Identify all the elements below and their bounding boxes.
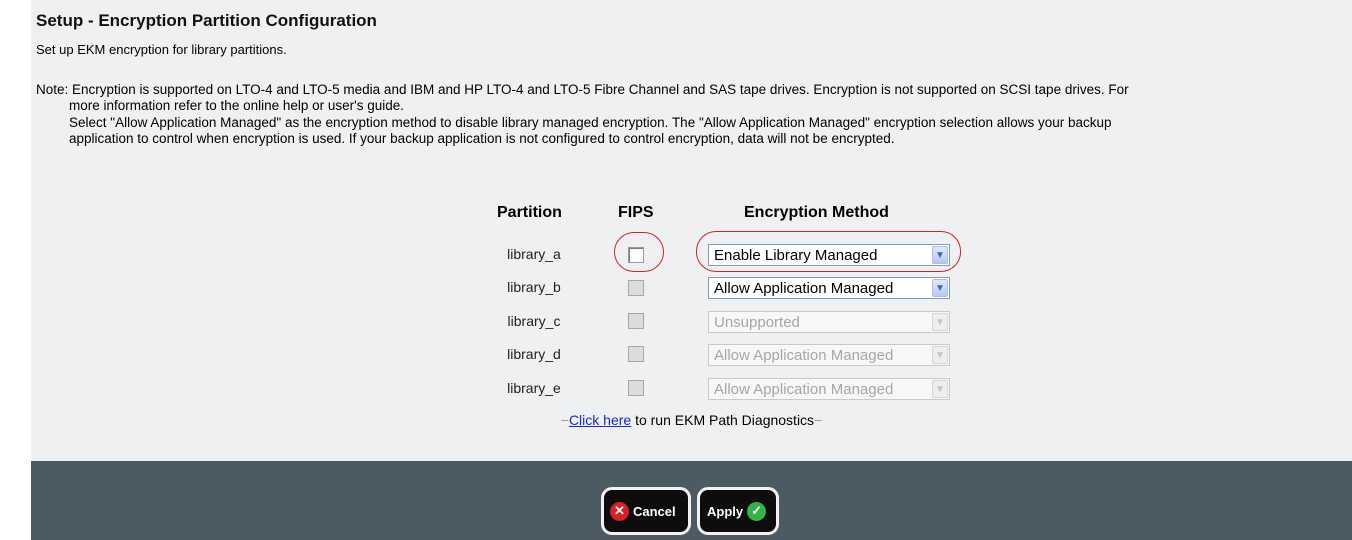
note-line-2: more information refer to the online hel…	[69, 98, 405, 114]
partition-name-library-e: library_e	[507, 380, 561, 396]
highlight-circle-fips	[614, 232, 664, 272]
fips-checkbox-library-c	[628, 313, 644, 329]
encryption-method-select-library-e: Allow Application Managed ▼	[708, 378, 950, 400]
page-subtitle: Set up EKM encryption for library partit…	[36, 42, 287, 57]
note-line-3: Select "Allow Application Managed" as th…	[69, 114, 1112, 130]
partition-name-library-d: library_d	[507, 346, 561, 362]
diagnostics-text: to run EKM Path Diagnostics	[631, 412, 815, 428]
selected-value: Allow Application Managed	[714, 381, 894, 398]
chevron-down-icon: ▼	[932, 380, 948, 398]
fips-checkbox-library-e	[628, 380, 644, 396]
header-fips: FIPS	[618, 204, 654, 221]
note-text: Note: Encryption is supported on LTO-4 a…	[36, 82, 1352, 148]
x-circle-icon: ✕	[610, 501, 629, 521]
fips-checkbox-library-b	[628, 280, 644, 296]
encryption-method-select-library-d: Allow Application Managed ▼	[708, 344, 950, 366]
chevron-down-icon: ▼	[932, 346, 948, 364]
chevron-down-icon[interactable]: ▼	[932, 279, 948, 297]
main-content: Setup - Encryption Partition Configurati…	[31, 0, 1352, 461]
apply-button[interactable]: Apply ✓	[697, 487, 779, 535]
footer-bar	[31, 461, 1352, 540]
separator-dash: −	[560, 412, 569, 428]
separator-dash: −	[814, 412, 823, 428]
header-partition: Partition	[497, 204, 562, 221]
apply-label: Apply	[707, 503, 744, 519]
highlight-circle-method	[696, 231, 961, 272]
selected-value: Allow Application Managed	[714, 347, 894, 364]
note-line-1: Note: Encryption is supported on LTO-4 a…	[36, 82, 1129, 97]
selected-value: Allow Application Managed	[714, 280, 894, 297]
cancel-button[interactable]: ✕ Cancel	[601, 487, 691, 535]
chevron-down-icon: ▼	[932, 313, 948, 331]
fips-checkbox-library-d	[628, 346, 644, 362]
cancel-label: Cancel	[633, 503, 676, 519]
selected-value: Unsupported	[714, 314, 800, 331]
page-title: Setup - Encryption Partition Configurati…	[36, 11, 377, 30]
encryption-method-select-library-b[interactable]: Allow Application Managed ▼	[708, 277, 950, 299]
partition-name-library-a: library_a	[507, 246, 561, 262]
partition-name-library-c: library_c	[507, 313, 561, 329]
encryption-method-select-library-c: Unsupported ▼	[708, 311, 950, 333]
ekm-diagnostics-line: −Click here to run EKM Path Diagnostics−	[31, 412, 1352, 428]
note-line-4: application to control when encryption i…	[69, 131, 895, 147]
content-clip: Setup - Encryption Partition Configurati…	[31, 0, 1352, 461]
partition-name-library-b: library_b	[507, 279, 561, 295]
left-margin	[0, 0, 31, 540]
ekm-diagnostics-link[interactable]: Click here	[569, 412, 631, 428]
checkmark-circle-icon: ✓	[747, 501, 767, 521]
header-encryption-method: Encryption Method	[744, 204, 889, 221]
